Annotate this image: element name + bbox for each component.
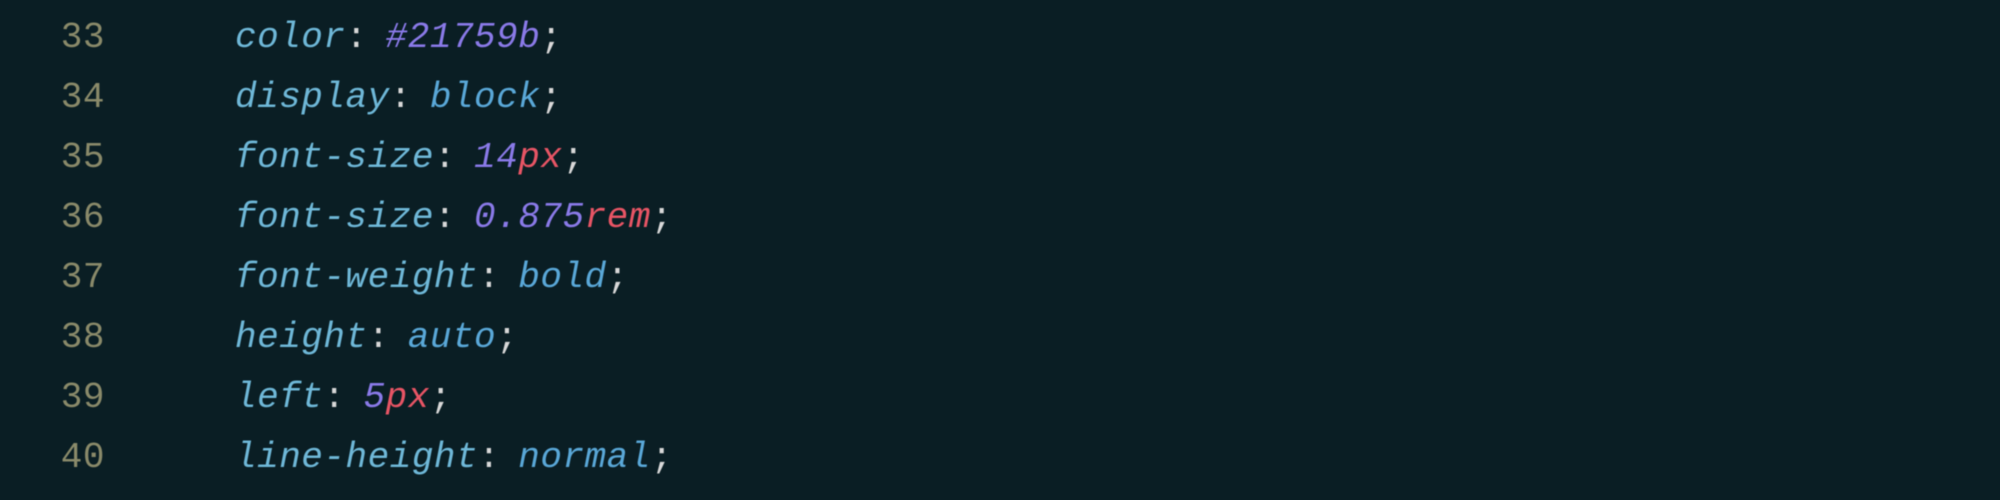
code-content[interactable]: left:5px; xyxy=(135,368,452,428)
code-line[interactable]: 38 height: auto; xyxy=(0,308,2000,368)
line-number: 40 xyxy=(0,428,135,488)
code-line[interactable]: 40 line-height: normal; xyxy=(0,428,2000,488)
css-property: font-size xyxy=(235,197,434,238)
semicolon: ; xyxy=(430,377,452,418)
css-value-segment: px xyxy=(386,377,430,418)
css-value-segment: bold xyxy=(518,257,606,298)
semicolon: ; xyxy=(496,317,518,358)
line-number: 38 xyxy=(0,308,135,368)
css-value-segment: block xyxy=(430,77,541,118)
semicolon: ; xyxy=(651,197,673,238)
css-property: color xyxy=(235,17,346,58)
css-value-segment: 0.875 xyxy=(474,197,585,238)
css-property: line-height xyxy=(235,437,478,478)
css-property: font-size xyxy=(235,137,434,178)
line-number: 33 xyxy=(0,8,135,68)
code-line[interactable]: 39left:5px; xyxy=(0,368,2000,428)
css-property: font-weight xyxy=(235,257,478,298)
code-editor[interactable]: 33color:#21759b;34display:block;35font-s… xyxy=(0,8,2000,488)
colon: : xyxy=(390,77,412,118)
line-number: 34 xyxy=(0,68,135,128)
line-number: 35 xyxy=(0,128,135,188)
semicolon: ; xyxy=(540,77,562,118)
semicolon: ; xyxy=(540,17,562,58)
code-line[interactable]: 33 color: #21759b; xyxy=(0,8,2000,68)
colon: : xyxy=(368,317,390,358)
colon: : xyxy=(434,137,456,178)
semicolon: ; xyxy=(607,257,629,298)
colon: : xyxy=(323,377,345,418)
css-property: display xyxy=(235,77,390,118)
code-content[interactable]: font-size:0.875rem; xyxy=(135,188,673,248)
css-property: left xyxy=(235,377,323,418)
line-number: 37 xyxy=(0,248,135,308)
colon: : xyxy=(478,257,500,298)
css-property: height xyxy=(235,317,368,358)
colon: : xyxy=(478,437,500,478)
css-value-segment: px xyxy=(518,137,562,178)
semicolon: ; xyxy=(651,437,673,478)
css-value-segment: normal xyxy=(518,437,651,478)
css-value-segment: 5 xyxy=(364,377,386,418)
code-content[interactable]: line-height: normal; xyxy=(135,428,673,488)
css-value-segment: auto xyxy=(408,317,496,358)
colon: : xyxy=(434,197,456,238)
colon: : xyxy=(346,17,368,58)
code-content[interactable]: font-weight: bold; xyxy=(135,248,629,308)
code-line[interactable]: 36font-size:0.875rem; xyxy=(0,188,2000,248)
code-content[interactable]: font-size:14px; xyxy=(135,128,585,188)
css-value-segment: 14 xyxy=(474,137,518,178)
code-content[interactable]: display: block; xyxy=(135,68,562,128)
code-line[interactable]: 34 display: block; xyxy=(0,68,2000,128)
css-value-segment: rem xyxy=(585,197,651,238)
code-line[interactable]: 37 font-weight: bold; xyxy=(0,248,2000,308)
line-number: 39 xyxy=(0,368,135,428)
semicolon: ; xyxy=(562,137,584,178)
line-number: 36 xyxy=(0,188,135,248)
code-content[interactable]: height: auto; xyxy=(135,308,518,368)
css-value-segment: #21759b xyxy=(386,17,541,58)
code-content[interactable]: color: #21759b; xyxy=(135,8,562,68)
code-line[interactable]: 35font-size:14px; xyxy=(0,128,2000,188)
